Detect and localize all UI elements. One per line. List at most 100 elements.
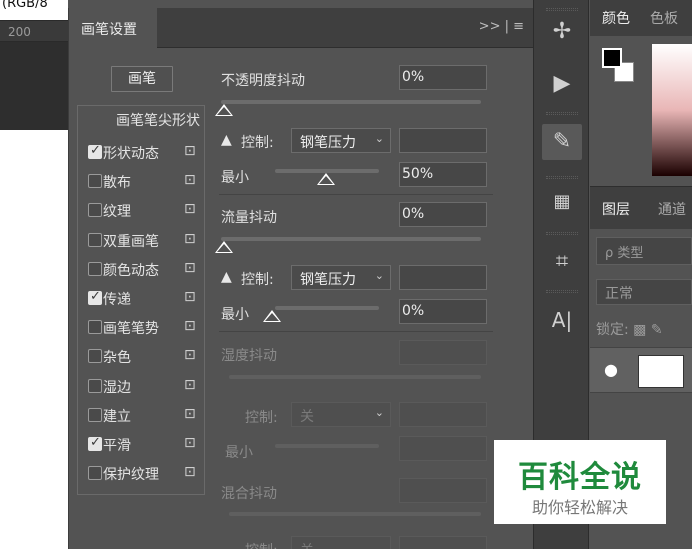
unlock-icon[interactable]: ⊡ — [184, 172, 196, 188]
wetness-jitter-value — [399, 340, 487, 365]
brush-option-item[interactable]: 形状动态 ⊡ — [78, 137, 204, 166]
puzzle-icon[interactable]: ✢ — [542, 14, 582, 50]
unlock-icon[interactable]: ⊡ — [184, 435, 196, 451]
brush-tip-shape-item[interactable]: 画笔笔尖形状 — [78, 106, 204, 132]
unlock-icon[interactable]: ⊡ — [184, 406, 196, 422]
mix-jitter-value — [399, 478, 487, 503]
flow-min-slider-track[interactable] — [275, 306, 379, 310]
warning-icon: ▲ — [221, 269, 232, 285]
character-icon[interactable]: A| — [542, 302, 582, 338]
layer-filter-input[interactable]: ρ 类型 — [596, 237, 692, 265]
blend-mode-select[interactable]: 正常 — [596, 279, 692, 305]
divider — [219, 194, 493, 195]
flow-control-select[interactable]: 钢笔压力 ⌄ — [291, 265, 391, 290]
tab-brush-settings[interactable]: 画笔设置 — [69, 8, 157, 48]
library-icon[interactable]: ▦ — [542, 184, 582, 220]
unlock-icon[interactable]: ⊡ — [184, 260, 196, 276]
checkbox[interactable] — [88, 174, 102, 189]
brush-option-item[interactable]: 画笔笔势 ⊡ — [78, 312, 204, 341]
brush-options-list: 画笔笔尖形状 形状动态⊡散布⊡纹理⊡双重画笔⊡颜色动态⊡传递⊡画笔笔势⊡杂色⊡湿… — [77, 105, 205, 495]
watermark-subtitle: 助你轻松解决 — [531, 498, 628, 517]
wetness-control-extra-field — [399, 402, 487, 427]
control-label: 控制: — [245, 410, 278, 426]
checkbox[interactable] — [88, 232, 102, 247]
document-title: (RGB/8 — [0, 0, 68, 20]
checkbox[interactable] — [88, 466, 102, 481]
layer-row[interactable]: ● — [590, 347, 692, 393]
opacity-control-extra-field[interactable] — [399, 128, 487, 153]
wetness-jitter-slider-track — [229, 375, 481, 379]
checkbox-checked[interactable] — [88, 143, 102, 159]
brush-option-item[interactable]: 颜色动态 ⊡ — [78, 254, 204, 283]
unlock-icon[interactable]: ⊡ — [184, 377, 196, 393]
panel-menu-icon[interactable]: >> | ≡ — [479, 19, 524, 34]
brush-option-item[interactable]: 散布 ⊡ — [78, 166, 204, 195]
flow-min-slider-thumb[interactable] — [263, 310, 281, 322]
mix-jitter-label: 混合抖动 — [221, 486, 277, 502]
brush-option-item[interactable]: 保护纹理 ⊡ — [78, 458, 204, 487]
unlock-icon[interactable]: ⊡ — [184, 231, 196, 247]
grip-handle[interactable] — [546, 176, 578, 179]
opacity-min-value[interactable]: 50% — [399, 162, 487, 187]
brushes-button[interactable]: 画笔 — [111, 66, 173, 92]
brush-option-item[interactable]: 传递 ⊡ — [78, 283, 204, 312]
foreground-color-swatch[interactable] — [602, 48, 622, 68]
brush-option-item[interactable]: 杂色 ⊡ — [78, 341, 204, 370]
tab-color[interactable]: 颜色 — [602, 8, 630, 28]
opacity-jitter-value[interactable]: 0% — [399, 65, 487, 90]
opacity-control-select[interactable]: 钢笔压力 ⌄ — [291, 128, 391, 153]
grip-handle[interactable] — [546, 290, 578, 293]
tab-swatches[interactable]: 色板 — [650, 8, 678, 28]
brush-option-item[interactable]: 湿边 ⊡ — [78, 371, 204, 400]
opacity-min-slider-thumb[interactable] — [317, 173, 335, 185]
opacity-jitter-slider-thumb[interactable] — [215, 104, 233, 116]
checkbox-checked[interactable] — [88, 289, 102, 305]
unlock-icon[interactable]: ⊡ — [184, 289, 196, 305]
brush-option-label: 平滑 — [103, 438, 131, 454]
flow-control-extra-field[interactable] — [399, 265, 487, 290]
brush-option-item[interactable]: 纹理 ⊡ — [78, 195, 204, 224]
mix-control-extra-field — [399, 536, 487, 549]
checkbox[interactable] — [88, 407, 102, 422]
chevron-down-icon: ⌄ — [374, 132, 384, 145]
watermark-title: 百科全说 — [518, 460, 642, 495]
unlock-icon[interactable]: ⊡ — [184, 464, 196, 480]
checkbox[interactable] — [88, 203, 102, 218]
lock-transparency-icon[interactable]: ▩ — [633, 322, 646, 338]
play-icon[interactable]: ▶ — [542, 66, 582, 102]
checkbox-checked[interactable] — [88, 435, 102, 451]
flow-jitter-slider-track[interactable] — [221, 237, 481, 241]
checkbox[interactable] — [88, 320, 102, 335]
grip-handle[interactable] — [546, 232, 578, 235]
flow-jitter-value[interactable]: 0% — [399, 202, 487, 227]
ruler: 200 — [0, 20, 68, 42]
brush-option-item[interactable]: 平滑 ⊡ — [78, 429, 204, 458]
checkbox[interactable] — [88, 349, 102, 364]
brush-settings-icon[interactable]: ✎ — [542, 124, 582, 160]
unlock-icon[interactable]: ⊡ — [184, 201, 196, 217]
flow-min-value[interactable]: 0% — [399, 299, 487, 324]
brush-settings-panel: 画笔设置 >> | ≡ 画笔 画笔笔尖形状 形状动态⊡散布⊡纹理⊡双重画笔⊡颜色… — [68, 8, 534, 549]
watermark: 百科全说 助你轻松解决 — [494, 440, 666, 524]
opacity-jitter-slider-track[interactable] — [221, 100, 481, 104]
unlock-icon[interactable]: ⊡ — [184, 347, 196, 363]
eye-icon[interactable]: ● — [604, 360, 618, 379]
grip-handle[interactable] — [546, 8, 578, 11]
brush-option-item[interactable]: 双重画笔 ⊡ — [78, 225, 204, 254]
checkbox[interactable] — [88, 261, 102, 276]
unlock-icon[interactable]: ⊡ — [184, 318, 196, 334]
grip-handle[interactable] — [546, 112, 578, 115]
brush-option-item[interactable]: 建立 ⊡ — [78, 400, 204, 429]
crop-icon[interactable]: ⌗ — [542, 244, 582, 280]
unlock-icon[interactable]: ⊡ — [184, 143, 196, 159]
tab-channels[interactable]: 通道 — [658, 199, 686, 219]
document-canvas[interactable] — [0, 130, 68, 549]
brush-option-label: 保护纹理 — [103, 467, 159, 484]
flow-jitter-slider-thumb[interactable] — [215, 241, 233, 253]
chevron-down-icon: ⌄ — [374, 269, 384, 282]
flow-jitter-label: 流量抖动 — [221, 210, 277, 226]
lock-paint-icon[interactable]: ✎ — [651, 322, 663, 338]
checkbox[interactable] — [88, 378, 102, 393]
tab-layers[interactable]: 图层 — [602, 199, 630, 219]
color-picker-field[interactable] — [652, 44, 692, 176]
